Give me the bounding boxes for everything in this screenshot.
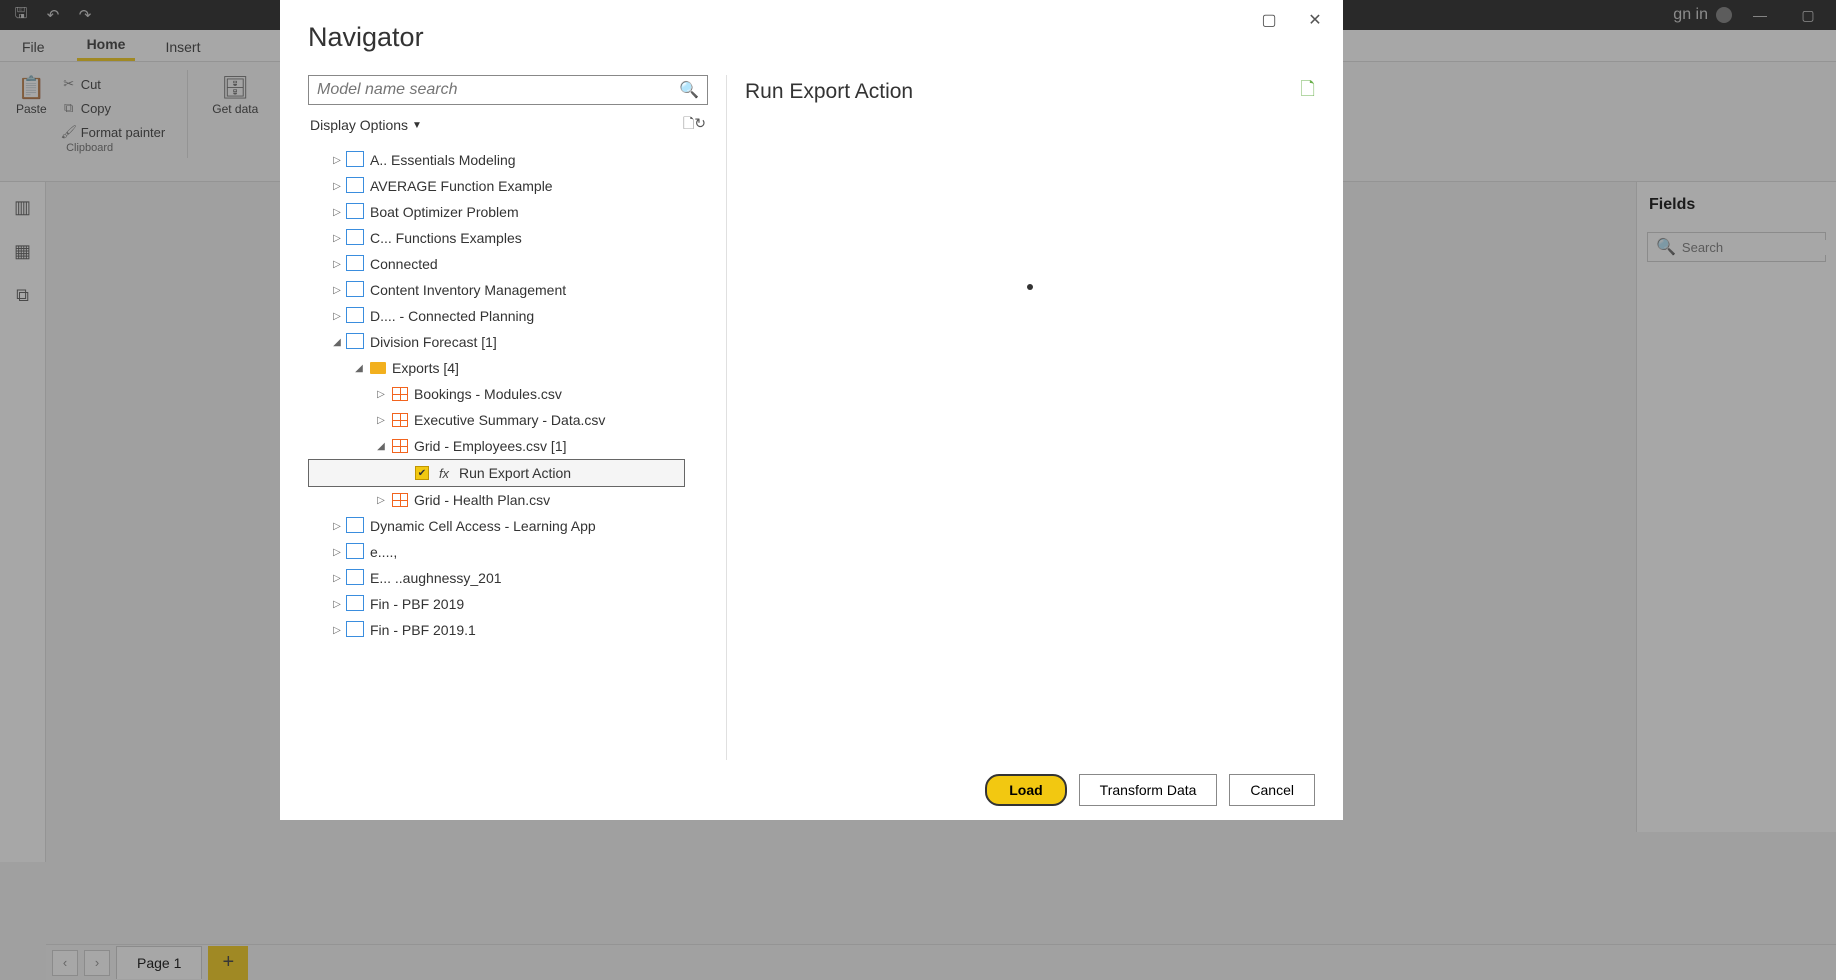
model-icon <box>348 335 364 349</box>
tree-node[interactable]: ▷ Grid - Health Plan.csv <box>308 487 685 513</box>
collapse-icon[interactable]: ◢ <box>332 337 342 348</box>
collapse-icon[interactable]: ◢ <box>376 441 386 452</box>
expand-icon[interactable]: ▷ <box>376 415 386 426</box>
transform-data-button[interactable]: Transform Data <box>1079 774 1218 806</box>
expand-icon[interactable]: ▷ <box>332 599 342 610</box>
model-icon <box>348 179 364 193</box>
tree-node-label: Fin - PBF 2019 <box>370 596 464 612</box>
tree-node-label: Exports [4] <box>392 360 459 376</box>
table-icon <box>392 493 408 507</box>
tree-node[interactable]: ▷ A.. Essentials Modeling <box>308 147 685 173</box>
tree-node-label: e...., <box>370 544 397 560</box>
tree-node-label: Fin - PBF 2019.1 <box>370 622 476 638</box>
tree-node-label: A.. Essentials Modeling <box>370 152 516 168</box>
expand-icon[interactable]: ▷ <box>376 389 386 400</box>
preview-pane: Run Export Action 🗋 <box>745 75 1315 760</box>
tree-node[interactable]: ▷ AVERAGE Function Example <box>308 173 685 199</box>
model-icon <box>348 545 364 559</box>
expand-icon[interactable]: ▷ <box>332 233 342 244</box>
dialog-close-icon[interactable]: ✕ <box>1297 6 1333 34</box>
tree-node-label: D.... - Connected Planning <box>370 308 534 324</box>
dialog-title: Navigator <box>280 0 1343 61</box>
model-icon <box>348 257 364 271</box>
model-icon <box>348 597 364 611</box>
tree-node[interactable]: ▷ C... Functions Examples <box>308 225 685 251</box>
expand-icon[interactable]: ▷ <box>332 259 342 270</box>
model-icon <box>348 205 364 219</box>
preview-title: Run Export Action <box>745 80 913 104</box>
tree-node-label: Executive Summary - Data.csv <box>414 412 605 428</box>
tree-node-label: Dynamic Cell Access - Learning App <box>370 518 596 534</box>
folder-icon <box>370 362 386 374</box>
preview-action-icon[interactable]: 🗋 <box>1301 77 1315 107</box>
tree-node[interactable]: ◢ Exports [4] <box>308 355 685 381</box>
collapse-icon[interactable]: ◢ <box>354 363 364 374</box>
tree-node[interactable]: ▷ Executive Summary - Data.csv <box>308 407 685 433</box>
loading-indicator <box>745 107 1315 467</box>
table-icon <box>392 387 408 401</box>
tree-node-label: Connected <box>370 256 438 272</box>
tree-node-label: E... ..aughnessy_201 <box>370 570 502 586</box>
tree-node[interactable]: ▷ Bookings - Modules.csv <box>308 381 685 407</box>
model-icon <box>348 153 364 167</box>
load-button[interactable]: Load <box>985 774 1066 806</box>
tree-node[interactable]: ▷ Content Inventory Management <box>308 277 685 303</box>
tree-node[interactable]: ▷ Dynamic Cell Access - Learning App <box>308 513 685 539</box>
model-search-box[interactable]: 🔍 <box>308 75 708 105</box>
dialog-footer: Load Transform Data Cancel <box>985 774 1315 806</box>
tree-node[interactable]: fx Run Export Action <box>308 459 685 487</box>
tree-node[interactable]: ▷ Fin - PBF 2019.1 <box>308 617 685 643</box>
search-icon[interactable]: 🔍 <box>679 80 699 100</box>
tree-node-label: AVERAGE Function Example <box>370 178 553 194</box>
display-options-label: Display Options <box>310 117 408 133</box>
tree-node[interactable]: ▷ e...., <box>308 539 685 565</box>
chevron-down-icon: ▼ <box>412 120 422 131</box>
tree-node-label: Grid - Employees.csv [1] <box>414 438 567 454</box>
refresh-icon[interactable]: 🗋↻ <box>683 113 706 137</box>
tree-node-label: Content Inventory Management <box>370 282 566 298</box>
dot-icon <box>1027 284 1033 290</box>
cancel-button[interactable]: Cancel <box>1229 774 1315 806</box>
expand-icon[interactable]: ▷ <box>332 547 342 558</box>
tree-node-label: Bookings - Modules.csv <box>414 386 562 402</box>
table-icon <box>392 413 408 427</box>
tree-node-label: C... Functions Examples <box>370 230 522 246</box>
navigator-tree[interactable]: ▷ A.. Essentials Modeling ▷ AVERAGE Functio… <box>308 147 708 760</box>
tree-node[interactable]: ▷ Boat Optimizer Problem <box>308 199 685 225</box>
divider <box>726 75 727 760</box>
tree-node[interactable]: ▷ Connected <box>308 251 685 277</box>
expand-icon[interactable]: ▷ <box>332 207 342 218</box>
dialog-restore-icon[interactable]: ▢ <box>1251 6 1287 34</box>
expand-icon[interactable]: ▷ <box>332 573 342 584</box>
tree-node-label: Run Export Action <box>459 465 571 481</box>
model-search-input[interactable] <box>317 81 679 99</box>
model-icon <box>348 519 364 533</box>
model-icon <box>348 623 364 637</box>
model-icon <box>348 309 364 323</box>
tree-node[interactable]: ▷ D.... - Connected Planning <box>308 303 685 329</box>
table-icon <box>392 439 408 453</box>
tree-node[interactable]: ◢ Grid - Employees.csv [1] <box>308 433 685 459</box>
tree-node[interactable]: ▷ Fin - PBF 2019 <box>308 591 685 617</box>
fx-icon: fx <box>435 466 453 481</box>
tree-node-label: Boat Optimizer Problem <box>370 204 519 220</box>
tree-node[interactable]: ◢ Division Forecast [1] <box>308 329 685 355</box>
expand-icon[interactable]: ▷ <box>332 521 342 532</box>
model-icon <box>348 231 364 245</box>
expand-icon[interactable]: ▷ <box>332 625 342 636</box>
expand-icon[interactable]: ▷ <box>332 285 342 296</box>
tree-node-label: Grid - Health Plan.csv <box>414 492 550 508</box>
navigator-tree-pane: 🔍 Display Options ▼ 🗋↻ ▷ A.. Essentials M… <box>308 75 708 760</box>
tree-node-label: Division Forecast [1] <box>370 334 497 350</box>
expand-icon[interactable]: ▷ <box>332 311 342 322</box>
navigator-dialog: ▢ ✕ Navigator 🔍 Display Options ▼ 🗋↻ ▷ A.… <box>280 0 1343 820</box>
model-icon <box>348 283 364 297</box>
expand-icon[interactable]: ▷ <box>376 495 386 506</box>
expand-icon[interactable]: ▷ <box>332 155 342 166</box>
tree-node[interactable]: ▷ E... ..aughnessy_201 <box>308 565 685 591</box>
expand-icon[interactable]: ▷ <box>332 181 342 192</box>
checkbox[interactable] <box>415 466 429 480</box>
model-icon <box>348 571 364 585</box>
display-options-button[interactable]: Display Options ▼ <box>310 117 422 133</box>
